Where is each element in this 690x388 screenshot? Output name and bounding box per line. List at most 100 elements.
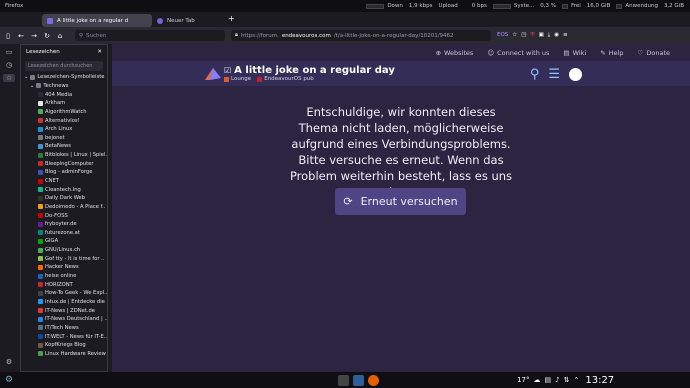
bookmark-item[interactable]: How-To Geek - We Expl.. xyxy=(24,289,107,298)
history-icon[interactable]: ◷ xyxy=(6,61,12,69)
clipboard-icon[interactable]: ▤ xyxy=(545,376,552,384)
bookmark-item[interactable]: 404 Media xyxy=(24,90,107,99)
nav-toolbar: ▯ ← → ↻ ⌂ ⚲ Suchen 🔒︎ https://forum. ende… xyxy=(0,27,690,44)
firefox-taskbar-icon[interactable] xyxy=(368,374,380,386)
download-icon[interactable]: ⤓ xyxy=(548,32,550,39)
settings-gear-icon[interactable]: ⚙ xyxy=(6,358,12,366)
tree-folder[interactable]: ⌄ Technews xyxy=(24,82,107,91)
bookmark-favicon-icon xyxy=(38,238,43,244)
tree-root[interactable]: ⌄ Lesezeichen-Symbolleiste xyxy=(24,73,107,82)
bookmark-item[interactable]: IT-News | ZDNet.de xyxy=(24,306,107,315)
bookmark-item[interactable]: Bitblokes | Linux | Spiel.. xyxy=(24,151,107,160)
reload-button[interactable]: ↻ xyxy=(42,31,52,41)
bookmark-item[interactable]: AlgorithmWatch xyxy=(24,108,107,117)
nav-donate[interactable]: ♡ Donate xyxy=(638,49,670,57)
hamburger-menu-icon[interactable]: ☰ xyxy=(548,67,560,82)
bookmark-item[interactable]: GNU/Linux.ch xyxy=(24,246,107,255)
bookmarks-icon[interactable]: ☆ xyxy=(3,74,15,82)
category-pub[interactable]: EndeavourOS pub xyxy=(257,76,314,82)
endeavouros-logo-icon[interactable] xyxy=(204,67,222,81)
tray-expand-icon[interactable]: ⌃ xyxy=(573,376,579,384)
bookmark-favicon-icon xyxy=(38,92,43,98)
bookmark-item[interactable]: futurezone.at xyxy=(24,229,107,238)
bookmark-favicon-icon xyxy=(38,351,43,357)
bookmark-item[interactable]: Arkham xyxy=(24,99,107,108)
home-button[interactable]: ⌂ xyxy=(55,31,65,41)
tabs-icon[interactable]: ▭ xyxy=(6,48,13,56)
cloud-icon[interactable]: ☁ xyxy=(534,376,541,384)
new-tab-button[interactable]: + xyxy=(228,14,235,27)
bookmark-favicon-icon xyxy=(38,342,43,348)
eos-badge[interactable]: EOS xyxy=(497,32,508,39)
bookmark-item[interactable]: Blog - adminForge xyxy=(24,168,107,177)
category-lounge[interactable]: Lounge xyxy=(224,76,251,82)
search-icon[interactable]: ⚲ xyxy=(530,67,540,82)
app-launcher-icon[interactable]: ⚙ xyxy=(5,375,13,385)
url-bar[interactable]: 🔒︎ https://forum. endeavouros.com/t/a-lit… xyxy=(231,30,491,41)
tab-label: Neuer Tab xyxy=(167,17,195,24)
bookmark-item[interactable]: fryboyter.de xyxy=(24,220,107,229)
bookmark-item[interactable]: BleepingComputer xyxy=(24,159,107,168)
nav-websites[interactable]: ⊕ Websites xyxy=(436,49,474,57)
nav-help[interactable]: ✎ Help xyxy=(600,49,623,57)
discover-icon[interactable] xyxy=(353,374,365,386)
forum-header-nav: ⊕ Websites ☺ Connect with us ▤ Wiki ✎ Help ♡… xyxy=(112,44,690,61)
retry-button[interactable]: ⟳ Erneut versuchen xyxy=(335,188,466,215)
net-up-label: Upload xyxy=(438,3,458,9)
close-icon[interactable]: ✕ xyxy=(97,49,102,55)
bookmark-favicon-icon xyxy=(38,316,43,322)
search-icon: ⚲ xyxy=(79,32,84,39)
bookmark-favicon-icon xyxy=(38,135,43,141)
bookmark-item[interactable]: CNET xyxy=(24,177,107,186)
avatar[interactable] xyxy=(569,68,582,81)
menu-icon[interactable]: ≡ xyxy=(563,32,568,39)
bookmark-item[interactable]: Hacker News xyxy=(24,263,107,272)
bookmarks-sidebar: Lesezeichen ✕ Lesezeichen durchsuchen ⌄ L… xyxy=(20,44,108,372)
bookmark-item[interactable]: Do-FOSS xyxy=(24,211,107,220)
bookmark-item[interactable]: IT/Tech News xyxy=(24,324,107,333)
nav-wiki[interactable]: ▤ Wiki xyxy=(563,49,586,57)
file-manager-icon[interactable] xyxy=(323,375,334,386)
bookmark-favicon-icon xyxy=(38,143,43,149)
bookmark-item[interactable]: Dedoimedo - A Place f.. xyxy=(24,203,107,212)
bookmark-item[interactable]: KopfKriegs Blog xyxy=(24,341,107,350)
bookmark-item[interactable]: Alternativlos! xyxy=(24,116,107,125)
shield-icon[interactable]: ⛨ xyxy=(530,32,534,39)
extension-icon[interactable]: ▣ xyxy=(539,32,544,39)
bookmark-item[interactable]: Daily Dark Web xyxy=(24,194,107,203)
net-up-rate: 0 bps xyxy=(471,3,487,9)
bookmark-item[interactable]: Gof tty - It is time for .. xyxy=(24,254,107,263)
bookmark-favicon-icon xyxy=(38,126,43,132)
topic-title-bar: ☑ A little joke on a regular day Lounge E… xyxy=(112,61,690,86)
pocket-icon[interactable]: ◳ xyxy=(521,32,526,39)
nav-connect[interactable]: ☺ Connect with us xyxy=(487,49,549,57)
bookmark-item[interactable]: heise online xyxy=(24,272,107,281)
bookmark-item[interactable]: HORIZONT xyxy=(24,280,107,289)
search-input[interactable]: ⚲ Suchen xyxy=(75,30,225,41)
bookmark-item[interactable]: intux.de | Entdecke die .. xyxy=(24,298,107,307)
sidebar-toggle-icon[interactable]: ▯ xyxy=(3,31,13,41)
bookmark-item[interactable]: bejonet xyxy=(24,133,107,142)
tab-forum[interactable]: A little joke on a regular d xyxy=(42,14,152,27)
forward-button[interactable]: → xyxy=(29,31,39,41)
tab-new[interactable]: Neuer Tab xyxy=(152,14,222,27)
bookmark-item[interactable]: Linux Hardware Review xyxy=(24,350,107,359)
network-icon[interactable]: ⇅ xyxy=(564,376,570,384)
firefox-icon xyxy=(157,17,163,24)
bookmark-star-icon[interactable]: ☆ xyxy=(512,32,517,39)
bookmark-item[interactable]: Arch Linux xyxy=(24,125,107,134)
bookmark-item[interactable]: IT:WELT - News für IT-E.. xyxy=(24,332,107,341)
bookmark-search-input[interactable]: Lesezeichen durchsuchen xyxy=(25,61,103,71)
back-button[interactable]: ← xyxy=(16,31,26,41)
sidebar-launcher: ▭ ◷ ☆ ⚙ xyxy=(0,44,18,372)
bookmark-item[interactable]: Cleantech.Ing xyxy=(24,185,107,194)
bookmark-item[interactable]: GIGA xyxy=(24,237,107,246)
bookmark-item[interactable]: BetaNews xyxy=(24,142,107,151)
volume-icon[interactable]: ♪ xyxy=(555,376,559,384)
account-icon[interactable]: ◉ xyxy=(554,32,559,39)
topic-title[interactable]: A little joke on a regular day xyxy=(234,65,395,76)
clock[interactable]: 13:27 xyxy=(585,375,614,386)
refresh-icon: ⟳ xyxy=(343,195,353,208)
bookmark-item[interactable]: IT-News Deutschland | .. xyxy=(24,315,107,324)
terminal-icon[interactable] xyxy=(338,374,350,386)
